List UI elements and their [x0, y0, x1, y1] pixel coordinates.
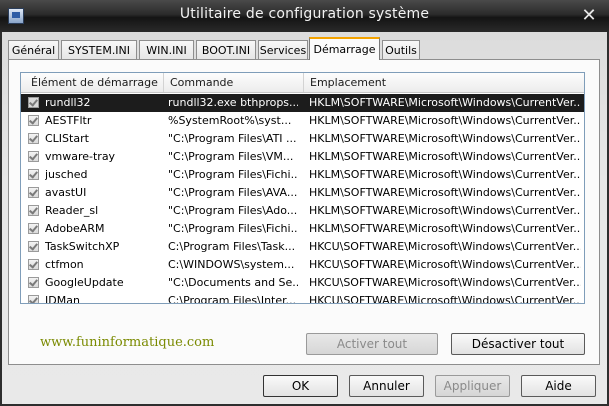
startup-items-list[interactable]: Élément de démarrage Commande Emplacemen… [20, 72, 585, 304]
startup-item-location: HKLM\SOFTWARE\Microsoft\Windows\CurrentV… [309, 204, 581, 217]
row-checkbox[interactable] [28, 259, 39, 270]
column-header-location[interactable]: Emplacement [304, 73, 584, 92]
startup-item-command: "C:\Program Files\Fichi... [168, 222, 298, 235]
ok-button[interactable]: OK [263, 375, 338, 397]
startup-item-location: HKLM\SOFTWARE\Microsoft\Windows\CurrentV… [309, 222, 581, 235]
startup-item-name: jusched [45, 168, 88, 181]
system-config-window: Utilitaire de configuration système ✕ Gé… [0, 0, 609, 406]
row-checkbox[interactable] [28, 241, 39, 252]
startup-item-command: "C:\Documents and Se... [168, 276, 298, 289]
startup-item-name: AdobeARM [45, 222, 105, 235]
startup-item-name: vmware-tray [45, 150, 116, 163]
table-row[interactable]: vmware-tray "C:\Program Files\VM... HKLM… [21, 148, 584, 166]
tab-tools[interactable]: Outils [382, 40, 420, 59]
list-header: Élément de démarrage Commande Emplacemen… [21, 73, 584, 93]
startup-item-location: HKLM\SOFTWARE\Microsoft\Windows\CurrentV… [309, 132, 581, 145]
startup-item-command: "C:\Program Files\Fichi... [168, 168, 298, 181]
apply-button[interactable]: Appliquer [435, 375, 510, 397]
startup-item-location: HKLM\SOFTWARE\Microsoft\Windows\CurrentV… [309, 186, 581, 199]
tab-win-ini[interactable]: WIN.INI [139, 40, 194, 59]
tab-general[interactable]: Général [8, 40, 59, 59]
row-checkbox[interactable] [28, 205, 39, 216]
startup-item-name: ctfmon [45, 258, 84, 271]
row-checkbox[interactable] [28, 295, 39, 303]
row-checkbox[interactable] [28, 97, 39, 108]
row-checkbox[interactable] [28, 133, 39, 144]
enable-all-button[interactable]: Activer tout [306, 333, 438, 355]
row-checkbox[interactable] [28, 223, 39, 234]
startup-item-command: "C:\Program Files\VM... [168, 150, 294, 163]
row-checkbox[interactable] [28, 151, 39, 162]
table-row[interactable]: CLIStart "C:\Program Files\ATI ... HKLM\… [21, 130, 584, 148]
startup-item-name: GoogleUpdate [45, 276, 124, 289]
startup-item-name: IDMan [45, 294, 80, 304]
startup-item-command: %SystemRoot%\syst... [168, 114, 292, 127]
tab-services[interactable]: Services [258, 40, 308, 59]
startup-item-command: "C:\Program Files\Ado... [168, 204, 298, 217]
table-row[interactable]: GoogleUpdate "C:\Documents and Se... HKC… [21, 274, 584, 292]
startup-item-location: HKCU\SOFTWARE\Microsoft\Windows\CurrentV… [309, 258, 581, 271]
window-title: Utilitaire de configuration système [179, 6, 430, 22]
startup-item-location: HKLM\SOFTWARE\Microsoft\Windows\CurrentV… [309, 114, 581, 127]
help-button[interactable]: Aide [521, 375, 596, 397]
startup-item-command: C:\Program Files\Task... [168, 240, 296, 253]
row-checkbox[interactable] [28, 115, 39, 126]
watermark-text: www.funinformatique.com [40, 335, 215, 350]
startup-item-command: "C:\Program Files\AVA... [168, 186, 298, 199]
tab-system-ini[interactable]: SYSTEM.INI [61, 40, 137, 59]
table-row[interactable]: AdobeARM "C:\Program Files\Fichi... HKLM… [21, 220, 584, 238]
disable-all-button[interactable]: Désactiver tout [451, 333, 585, 355]
tab-boot-ini[interactable]: BOOT.INI [196, 40, 256, 59]
table-row[interactable]: IDMan C:\Program Files\Inter... HKCU\SOF… [21, 292, 584, 304]
table-row[interactable]: TaskSwitchXP C:\Program Files\Task... HK… [21, 238, 584, 256]
startup-item-location: HKLM\SOFTWARE\Microsoft\Windows\CurrentV… [309, 96, 581, 109]
startup-item-location: HKCU\SOFTWARE\Microsoft\Windows\CurrentV… [309, 276, 581, 289]
startup-item-name: CLIStart [45, 132, 89, 145]
table-row[interactable]: Reader_sl "C:\Program Files\Ado... HKLM\… [21, 202, 584, 220]
startup-item-location: HKCU\SOFTWARE\Microsoft\Windows\CurrentV… [309, 240, 581, 253]
startup-item-command: C:\WINDOWS\system... [168, 258, 295, 271]
startup-item-command: "C:\Program Files\ATI ... [168, 132, 297, 145]
table-row[interactable]: avastUI "C:\Program Files\AVA... HKLM\SO… [21, 184, 584, 202]
column-header-item[interactable]: Élément de démarrage [21, 73, 164, 92]
startup-item-name: Reader_sl [45, 204, 99, 217]
startup-item-name: AESTFltr [45, 114, 92, 127]
table-row[interactable]: AESTFltr %SystemRoot%\syst... HKLM\SOFTW… [21, 112, 584, 130]
table-row[interactable]: jusched "C:\Program Files\Fichi... HKLM\… [21, 166, 584, 184]
tab-startup[interactable]: Démarrage [309, 37, 380, 60]
startup-item-name: TaskSwitchXP [45, 240, 120, 253]
startup-item-name: avastUI [45, 186, 87, 199]
startup-item-command: C:\Program Files\Inter... [168, 294, 297, 304]
startup-item-command: rundll32.exe bthprops... [168, 96, 298, 109]
title-bar[interactable]: Utilitaire de configuration système ✕ [0, 0, 609, 32]
startup-item-location: HKLM\SOFTWARE\Microsoft\Windows\CurrentV… [309, 150, 581, 163]
table-row[interactable]: rundll32 rundll32.exe bthprops... HKLM\S… [21, 94, 584, 112]
column-header-command[interactable]: Commande [164, 73, 304, 92]
startup-item-location: HKCU\SOFTWARE\Microsoft\Windows\CurrentV… [309, 294, 581, 304]
row-checkbox[interactable] [28, 187, 39, 198]
startup-item-location: HKLM\SOFTWARE\Microsoft\Windows\CurrentV… [309, 168, 581, 181]
close-icon[interactable]: ✕ [578, 5, 600, 27]
table-row[interactable]: ctfmon C:\WINDOWS\system... HKCU\SOFTWAR… [21, 256, 584, 274]
row-checkbox[interactable] [28, 277, 39, 288]
startup-item-name: rundll32 [45, 96, 91, 109]
cancel-button[interactable]: Annuler [349, 375, 424, 397]
row-checkbox[interactable] [28, 169, 39, 180]
